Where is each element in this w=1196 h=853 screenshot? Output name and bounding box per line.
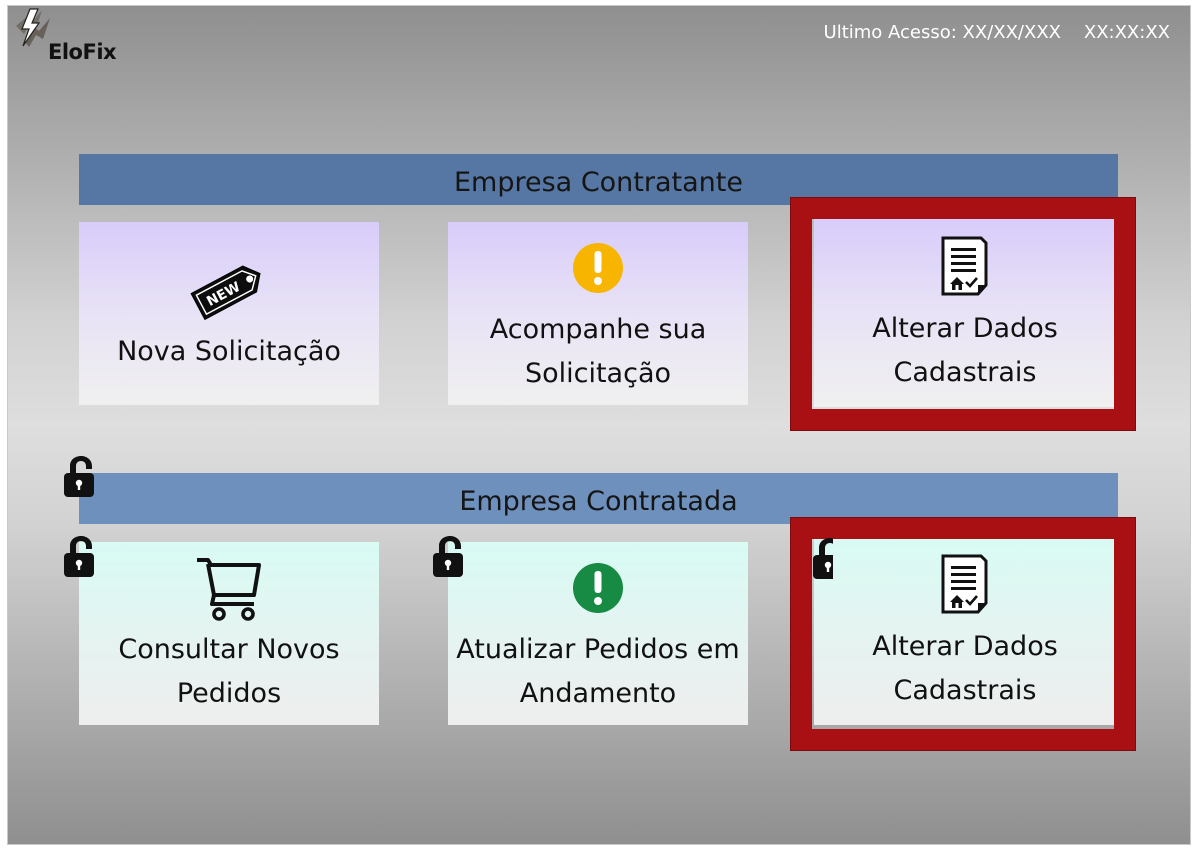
document-icon	[925, 231, 1005, 303]
alterar-dados-contratante-label: Alterar Dados Cadastrais	[872, 313, 1058, 388]
document-icon	[925, 549, 1005, 621]
acompanhe-solicitacao-button[interactable]: Acompanhe sua Solicitação	[448, 222, 748, 405]
padlock-unlocked-icon	[62, 535, 98, 579]
acompanhe-solicitacao-label: Acompanhe sua Solicitação	[489, 313, 707, 389]
alert-icon-yellow	[558, 232, 638, 304]
app-name: EloFix	[48, 40, 117, 64]
main-screen: EloFix Ultimo Acesso: XX/XX/XXX XX:XX:XX…	[8, 6, 1190, 844]
nova-solicitacao-label: Nova Solicitação	[117, 335, 341, 367]
section-title-contratada: Empresa Contratada	[79, 473, 1118, 524]
consultar-novos-pedidos-label: Consultar Novos Pedidos	[118, 633, 340, 709]
atualizar-pedidos-label: Atualizar Pedidos em Andamento	[456, 633, 740, 709]
atualizar-pedidos-button[interactable]: Atualizar Pedidos em Andamento	[448, 542, 748, 725]
alterar-dados-contratada-button[interactable]: Alterar Dados Cadastrais	[814, 537, 1116, 725]
app-logo: EloFix	[12, 8, 142, 68]
section-title-contratante: Empresa Contratante	[79, 154, 1118, 205]
logo-bolt-icon	[16, 8, 50, 47]
alterar-dados-contratada-label: Alterar Dados Cadastrais	[872, 631, 1058, 706]
last-access-label: Ultimo Acesso: XX/XX/XXX XX:XX:XX	[823, 22, 1170, 43]
new-tag-icon: NEW	[189, 254, 269, 326]
padlock-unlocked-icon	[431, 535, 467, 579]
padlock-unlocked-icon	[811, 537, 833, 581]
padlock-unlocked-icon	[62, 455, 98, 499]
alert-icon-green	[558, 552, 638, 624]
nova-solicitacao-button[interactable]: NEW Nova Solicitação	[79, 222, 379, 405]
alterar-dados-contratante-button[interactable]: Alterar Dados Cadastrais	[814, 219, 1116, 407]
cart-icon	[189, 552, 269, 624]
consultar-novos-pedidos-button[interactable]: Consultar Novos Pedidos	[79, 542, 379, 725]
